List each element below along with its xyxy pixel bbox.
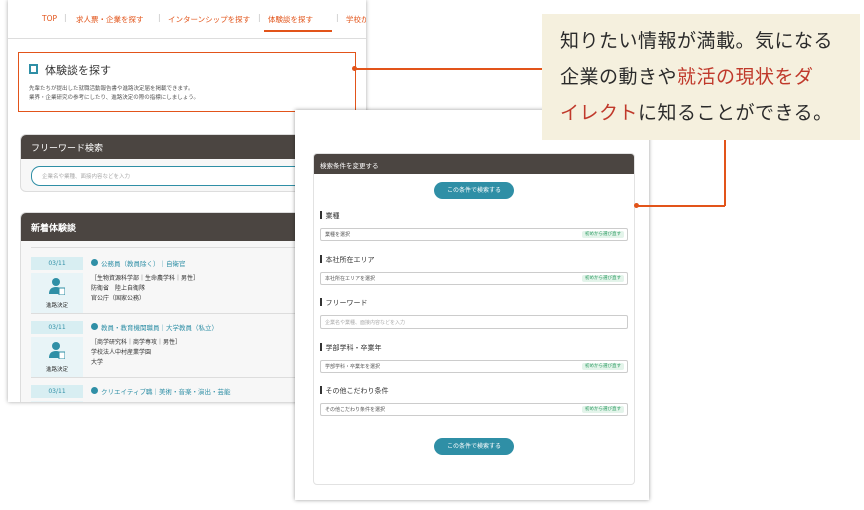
- callout-line-2: 企業の動きや就活の現状をダ: [560, 62, 814, 89]
- page-description: 先輩たちが提出した就職活動報告書や進路決定届を掲載できます。 業界・企業研究の参…: [29, 85, 199, 103]
- search-button-bottom[interactable]: この条件で検索する: [434, 438, 514, 455]
- change-conditions-panel: 検索条件を変更する この条件で検索する 業種 業種を選択 初めから選び直す 本社…: [295, 110, 649, 500]
- nav-separator: |: [258, 13, 261, 22]
- person-icon: [49, 342, 65, 359]
- entry-category: 大学: [91, 359, 104, 366]
- faculty-select-value: 学部学科・卒業年を選択: [325, 364, 381, 370]
- entry-tag: 進路決定: [31, 273, 83, 313]
- nav-separator: |: [64, 13, 67, 22]
- connector-line: [724, 140, 726, 206]
- free-word-field-placeholder: 企業名や業種、面接内容などを入力: [325, 320, 406, 326]
- connector-line: [637, 205, 725, 207]
- field-label-area: 本社所在エリア: [320, 255, 375, 265]
- new-reports-heading-text: 新着体験談: [31, 224, 77, 234]
- description-line-1: 先輩たちが提出した就職活動報告書や進路決定届を掲載できます。: [29, 86, 194, 92]
- entry-tag-label: 進路決定: [45, 303, 68, 309]
- faculty-select[interactable]: 学部学科・卒業年を選択 初めから選び直す: [320, 360, 628, 373]
- entry-date: 03/11: [31, 321, 83, 334]
- search-button-top[interactable]: この条件で検索する: [434, 182, 514, 199]
- nav-top[interactable]: TOP: [42, 14, 57, 23]
- report-search-header: 体験談を探す 先輩たちが提出した就職活動報告書や進路決定届を掲載できます。 業界…: [18, 52, 356, 112]
- entry-company: 学校法人中村産業学園: [91, 349, 152, 356]
- bullet-icon: [91, 387, 98, 394]
- document-icon: [29, 64, 38, 74]
- industry-select-value: 業種を選択: [325, 232, 351, 238]
- top-navigation: TOP | 求人票・企業を探す | インターンシップを探す | 体験談を探す |…: [8, 0, 366, 38]
- field-label-other: その他こだわり条件: [320, 386, 389, 396]
- industry-select[interactable]: 業種を選択 初めから選び直す: [320, 228, 628, 241]
- free-word-heading-text: フリーワード検索: [31, 144, 104, 154]
- entry-date: 03/11: [31, 385, 83, 398]
- change-conditions-card: 検索条件を変更する この条件で検索する 業種 業種を選択 初めから選び直す 本社…: [313, 153, 635, 485]
- connector-line: [355, 68, 542, 70]
- callout-line-1: 知りたい情報が満載。気になる: [560, 30, 834, 52]
- nav-divider: [8, 38, 366, 39]
- callout-text: 企業の動きや: [560, 66, 678, 88]
- faculty-reset-button[interactable]: 初めから選び直す: [582, 362, 624, 370]
- callout-box: 知りたい情報が満載。気になる 企業の動きや就活の現状をダ イレクトに知ることがで…: [542, 14, 860, 140]
- nav-report-search[interactable]: 体験談を探す: [268, 14, 313, 25]
- callout-highlight: 就活の現状をダ: [677, 66, 814, 88]
- entry-tag: 進路決定: [31, 337, 83, 377]
- area-select[interactable]: 本社所在エリアを選択 初めから選び直す: [320, 272, 628, 285]
- entry-category: 官公庁（国家公務）: [91, 295, 146, 302]
- nav-separator: |: [336, 13, 339, 22]
- nav-school[interactable]: 学校からの: [346, 14, 366, 25]
- entry-title[interactable]: 教員・教育機関職員｜大学教員（私立）: [101, 322, 218, 332]
- area-reset-button[interactable]: 初めから選び直す: [582, 274, 624, 282]
- page-title: 体験談を探す: [45, 64, 111, 77]
- callout-text: に知ることができる。: [638, 102, 833, 124]
- entry-detail: ［商学研究科｜商学専攻｜男性］: [91, 339, 182, 346]
- bullet-icon: [91, 323, 98, 330]
- entry-tag-label: 進路決定: [45, 367, 68, 373]
- field-label-free-word: フリーワード: [320, 298, 368, 308]
- field-label-industry: 業種: [320, 211, 340, 221]
- field-label-faculty: 学部学科・卒業年: [320, 343, 382, 353]
- area-select-value: 本社所在エリアを選択: [325, 276, 376, 282]
- other-conditions-reset-button[interactable]: 初めから選び直す: [582, 405, 624, 413]
- entry-detail: ［生物資源科学部｜生命農学科｜男性］: [91, 275, 200, 282]
- entry-tag: [31, 401, 83, 402]
- industry-reset-button[interactable]: 初めから選び直す: [582, 230, 624, 238]
- entry-company: 防衛省 陸上自衛隊: [91, 285, 146, 292]
- other-conditions-select[interactable]: その他こだわり条件を選択 初めから選び直す: [320, 403, 628, 416]
- bullet-icon: [91, 259, 98, 266]
- free-word-field[interactable]: 企業名や業種、面接内容などを入力: [320, 315, 628, 329]
- change-conditions-heading-text: 検索条件を変更する: [320, 162, 379, 170]
- callout-highlight: イレクト: [560, 102, 639, 124]
- entry-title[interactable]: クリエイティブ職｜美術・音楽・演出・芸能: [101, 386, 230, 396]
- other-conditions-value: その他こだわり条件を選択: [325, 407, 386, 413]
- description-line-2: 業界・企業研究の参考にしたり、進路決定の際の指標にしましょう。: [29, 95, 199, 101]
- free-word-placeholder: 企業名や業種、面接内容などを入力: [42, 174, 131, 180]
- nav-separator: |: [158, 13, 161, 22]
- nav-internship-search[interactable]: インターンシップを探す: [168, 14, 250, 25]
- nav-active-indicator: [264, 30, 332, 32]
- nav-job-search[interactable]: 求人票・企業を探す: [76, 14, 144, 25]
- entry-title[interactable]: 公務員（教員除く）｜自衛官: [101, 258, 186, 268]
- person-icon: [49, 278, 65, 295]
- entry-date: 03/11: [31, 257, 83, 270]
- callout-line-3: イレクトに知ることができる。: [560, 98, 833, 125]
- change-conditions-heading: 検索条件を変更する: [314, 154, 634, 174]
